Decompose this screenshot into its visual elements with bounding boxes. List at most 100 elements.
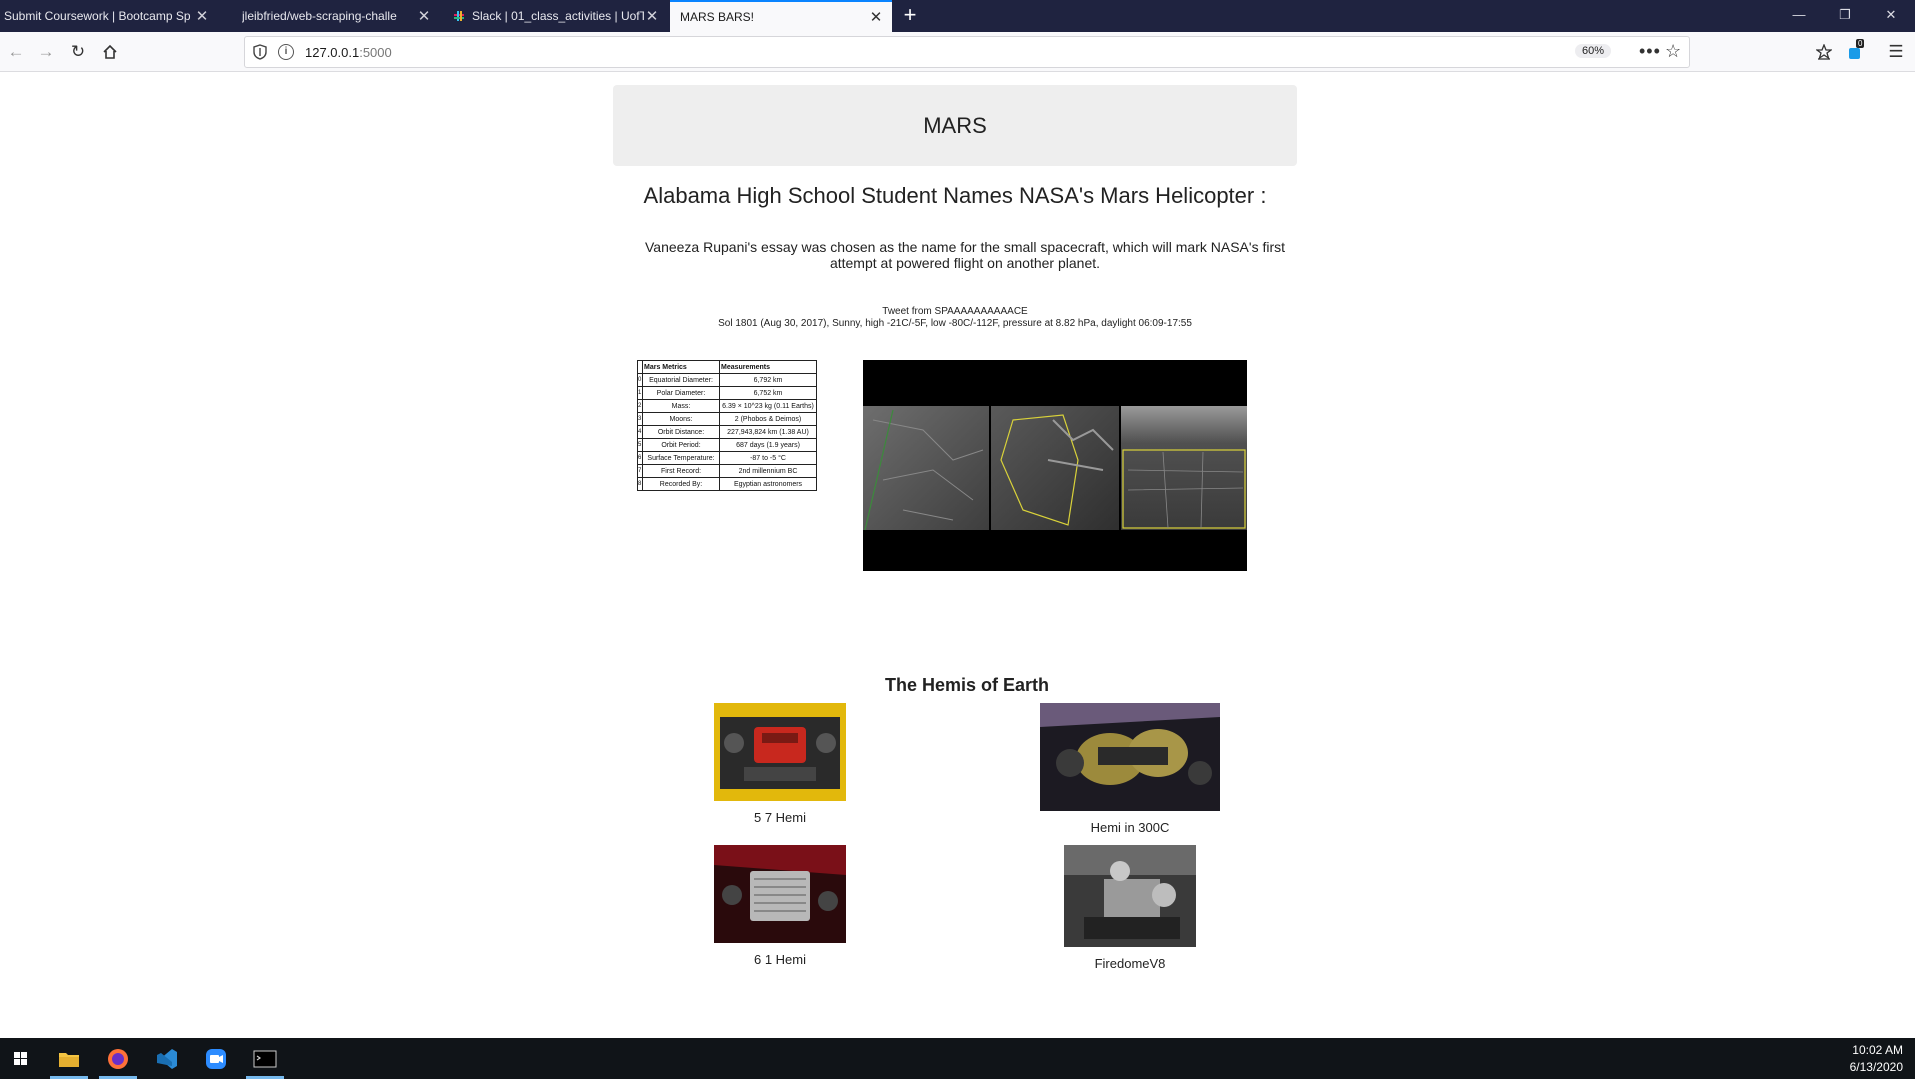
zoom-level-badge[interactable]: 60%: [1575, 44, 1612, 58]
metric-name: Orbit Distance:: [642, 425, 720, 439]
taskbar: 10:02 AM 6/13/2020: [0, 1038, 1915, 1079]
table-row: 8 Recorded By: Egyptian astronomers: [637, 477, 817, 491]
zoom-app-icon[interactable]: [201, 1044, 231, 1074]
news-paragraph: Vaneeza Rupani's essay was chosen as the…: [644, 239, 1286, 271]
address-bar[interactable]: i 127.0.0.1:5000 60% ••• ☆: [244, 36, 1690, 68]
jumbotron: MARS: [613, 85, 1297, 166]
firefox-icon[interactable]: [103, 1044, 133, 1074]
table-row: 5 Orbit Period: 687 days (1.9 years): [637, 438, 817, 452]
forward-arrow-icon: →: [37, 42, 55, 61]
url-text[interactable]: 127.0.0.1:5000: [305, 45, 392, 60]
table-row: 1 Polar Diameter: 6,752 km: [637, 386, 817, 400]
metric-name: Moons:: [642, 412, 720, 426]
reload-icon: ↻: [70, 42, 86, 61]
menu-button[interactable]: ☰: [1882, 38, 1910, 66]
clock-time: 10:02 AM: [1852, 1043, 1903, 1057]
tweet-text: Sol 1801 (Aug 30, 2017), Sunny, high -21…: [718, 318, 1192, 329]
windows-start-icon[interactable]: [6, 1044, 36, 1074]
site-info-icon[interactable]: i: [278, 44, 294, 60]
terminal-icon[interactable]: [250, 1044, 280, 1074]
metric-value: Egyptian astronomers: [719, 477, 817, 491]
close-tab-icon[interactable]: ✕: [644, 7, 660, 25]
metric-name: Equatorial Diameter:: [642, 373, 720, 387]
extension-badge-count: 0: [1856, 39, 1865, 48]
metric-value: -87 to -5 °C: [719, 451, 817, 465]
hemi-caption: 6 1 Hemi: [753, 952, 807, 967]
vscode-icon[interactable]: [152, 1044, 182, 1074]
table-row: 7 First Record: 2nd millennium BC: [637, 464, 817, 478]
clock-date: 6/13/2020: [1849, 1060, 1903, 1074]
table-row: 6 Surface Temperature: -87 to -5 °C: [637, 451, 817, 465]
restore-button[interactable]: ❐: [1822, 0, 1868, 32]
url-port: :5000: [359, 45, 392, 60]
hemi-card: FiredomeV8: [1064, 845, 1196, 971]
table-header-metrics: Mars Metrics: [642, 360, 720, 374]
hemi-card: 5 7 Hemi: [714, 703, 846, 825]
tab-title: jleibfried/web-scraping-challe: [242, 9, 397, 23]
metric-name: Polar Diameter:: [642, 386, 720, 400]
hemi-card: 6 1 Hemi: [714, 845, 846, 967]
new-tab-button[interactable]: +: [898, 4, 922, 28]
news-title: Alabama High School Student Names NASA's…: [643, 183, 1267, 208]
home-button[interactable]: [96, 38, 124, 66]
tab-title: Slack | 01_class_activities | UofT: [472, 9, 644, 23]
minimize-button[interactable]: —: [1776, 0, 1822, 32]
tweet-heading: Tweet from SPAAAAAAAAAACE: [882, 306, 1028, 317]
hemi-caption: 5 7 Hemi: [753, 810, 807, 825]
hemi-image-300c[interactable]: [1040, 703, 1220, 811]
mars-facts-table: Mars Metrics Measurements 0 Equatorial Di…: [637, 360, 817, 491]
tab-github[interactable]: jleibfried/web-scraping-challe ✕: [220, 0, 440, 32]
back-button[interactable]: ←: [2, 38, 30, 66]
hemi-card: Hemi in 300C: [1040, 703, 1220, 835]
metric-name: Surface Temperature:: [642, 451, 720, 465]
page-actions-button[interactable]: •••: [1639, 41, 1661, 62]
close-window-button[interactable]: ✕: [1868, 0, 1914, 32]
tab-strip: Submit Coursework | Bootcamp Sp ✕ jleibf…: [0, 0, 1915, 32]
metric-name: First Record:: [642, 464, 720, 478]
tab-submit-coursework[interactable]: Submit Coursework | Bootcamp Sp ✕: [0, 0, 218, 32]
table-row: 4 Orbit Distance: 227,943,824 km (1.38 AU): [637, 425, 817, 439]
forward-button[interactable]: →: [32, 38, 60, 66]
file-explorer-icon[interactable]: [54, 1044, 84, 1074]
table-row: 2 Mass: 6.39 × 10^23 kg (0.11 Earths): [637, 399, 817, 413]
weather-tweet: Tweet from SPAAAAAAAAAACE Sol 1801 (Aug …: [613, 306, 1297, 330]
tab-slack[interactable]: Slack | 01_class_activities | UofT ✕: [446, 0, 668, 32]
close-tab-icon[interactable]: ✕: [416, 7, 432, 25]
page-viewport: MARS Alabama High School Student Names N…: [0, 73, 1915, 1038]
table-header-row: Mars Metrics Measurements: [637, 360, 817, 374]
tab-mars-bars[interactable]: MARS BARS! ✕: [670, 0, 892, 32]
shield-icon[interactable]: [253, 44, 267, 60]
metric-value: 6,752 km: [719, 386, 817, 400]
close-tab-icon[interactable]: ✕: [868, 8, 884, 26]
hemi-image-6-1[interactable]: [714, 845, 846, 943]
hemi-image-firedome-v8[interactable]: [1064, 845, 1196, 947]
metric-value: 687 days (1.9 years): [719, 438, 817, 452]
tab-title: Submit Coursework | Bootcamp Sp: [4, 9, 191, 23]
metric-value: 6,792 km: [719, 373, 817, 387]
home-icon: [103, 44, 117, 59]
bookmark-star-icon[interactable]: ☆: [1665, 41, 1681, 62]
hemi-caption: Hemi in 300C: [1090, 820, 1170, 835]
slack-icon: [454, 11, 464, 21]
metric-value: 227,943,824 km (1.38 AU): [719, 425, 817, 439]
metric-value: 2 (Phobos & Deimos): [719, 412, 817, 426]
library-button[interactable]: [1810, 38, 1838, 66]
table-row: 3 Moons: 2 (Phobos & Deimos): [637, 412, 817, 426]
table-header-measurements: Measurements: [719, 360, 817, 374]
tab-title: MARS BARS!: [680, 10, 755, 24]
hemi-image-5-7[interactable]: [714, 703, 846, 801]
table-row: 0 Equatorial Diameter: 6,792 km: [637, 373, 817, 387]
reload-button[interactable]: ↻: [64, 38, 92, 66]
url-host: 127.0.0.1: [305, 45, 360, 60]
system-clock[interactable]: 10:02 AM 6/13/2020: [1850, 1042, 1903, 1076]
close-tab-icon[interactable]: ✕: [194, 7, 210, 25]
featured-mars-image: [863, 360, 1247, 571]
metric-value: 6.39 × 10^23 kg (0.11 Earths): [719, 399, 817, 413]
metric-name: Mass:: [642, 399, 720, 413]
hemis-section-title: The Hemis of Earth: [884, 675, 1050, 695]
extension-button[interactable]: 0: [1842, 38, 1870, 66]
metric-name: Recorded By:: [642, 477, 720, 491]
metric-value: 2nd millennium BC: [719, 464, 817, 478]
metric-name: Orbit Period:: [642, 438, 720, 452]
back-arrow-icon: ←: [7, 42, 25, 61]
